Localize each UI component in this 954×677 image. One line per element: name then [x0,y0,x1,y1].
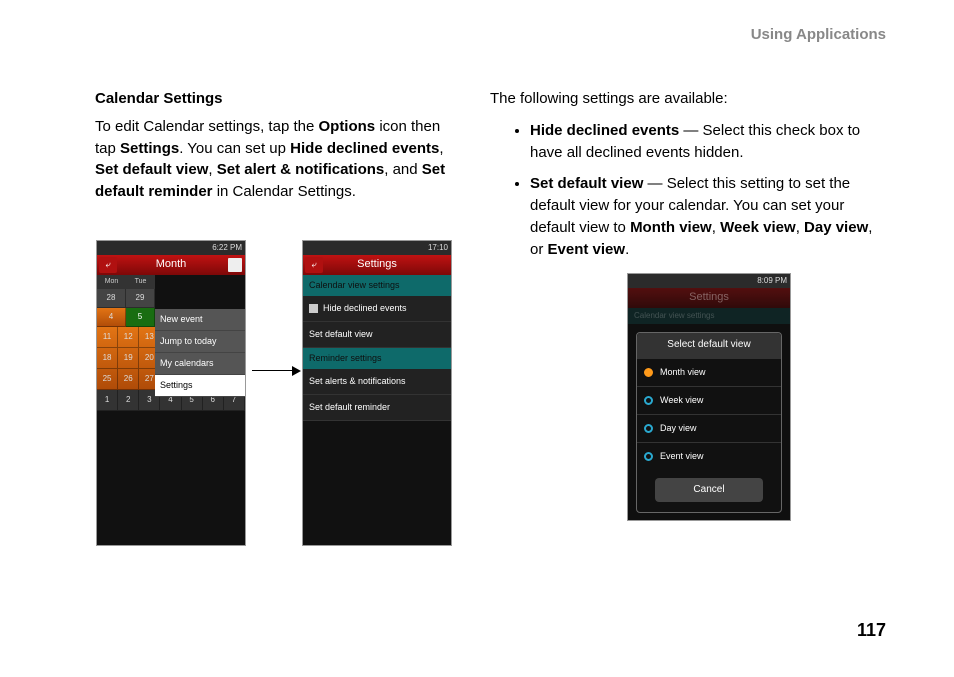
list-icon[interactable] [228,258,242,272]
phone-mock-settings: 17:10 ⤶ Settings Calendar view settings … [302,240,452,546]
status-time: 8:09 PM [757,276,787,285]
settings-list: Calendar view settings Hide declined eve… [303,275,451,527]
row-set-default-view[interactable]: Set default view [303,322,451,348]
row-set-default-reminder[interactable]: Set default reminder [303,395,451,421]
radio-icon[interactable] [644,452,653,461]
arrow-line [252,370,296,371]
empty-area [303,421,451,527]
bullet-set-default-view: Set default view — Select this setting t… [530,173,882,260]
radio-icon[interactable] [644,368,653,377]
status-bar: 6:22 PM [97,241,245,255]
checkbox-icon[interactable] [309,304,318,313]
dimmed-background: Settings Calendar view settings Select d… [628,288,790,520]
section-calendar-view: Calendar view settings [303,275,451,296]
status-time: 6:22 PM [212,243,242,252]
heading-calendar-settings: Calendar Settings [95,88,465,110]
settings-intro: The following settings are available: [490,88,882,110]
phone-mock-default-view-dialog: 8:09 PM Settings Calendar view settings … [627,273,791,521]
status-time: 17:10 [428,243,448,252]
option-week-view[interactable]: Week view [637,386,781,414]
option-month-view[interactable]: Month view [637,358,781,386]
options-menu: New event Jump to today My calendars Set… [155,309,245,397]
calendar-settings-paragraph: To edit Calendar settings, tap the Optio… [95,116,465,203]
calendar-day-header: Mon Tue [97,275,155,289]
menu-my-calendars[interactable]: My calendars [155,353,245,375]
option-day-view[interactable]: Day view [637,414,781,442]
back-icon[interactable]: ⤶ [305,257,323,273]
menu-new-event[interactable]: New event [155,309,245,331]
radio-icon[interactable] [644,396,653,405]
status-bar: 17:10 [303,241,451,255]
default-view-dialog: Select default view Month view Week view… [636,332,782,513]
column-right: The following settings are available: Hi… [490,88,882,270]
title-text-faint: Settings [628,288,790,308]
back-icon[interactable]: ⤶ [99,257,117,273]
title-text: Month [156,257,187,273]
row-set-alerts[interactable]: Set alerts & notifications [303,369,451,395]
title-bar: ⤶ Month [97,255,245,275]
section-reminder: Reminder settings [303,348,451,369]
row-hide-declined[interactable]: Hide declined events [303,296,451,322]
menu-settings[interactable]: Settings [155,375,245,397]
calendar-partial-grid: 28 29 4 5 [97,289,155,327]
page-header: Using Applications [751,24,886,46]
section-faint: Calendar view settings [628,308,790,324]
title-text: Settings [357,257,397,273]
cancel-button[interactable]: Cancel [655,478,763,503]
phone-mock-calendar: 6:22 PM ⤶ Month Mon Tue 28 29 4 5 [96,240,246,546]
bullet-hide-declined: Hide declined events — Select this check… [530,120,882,164]
radio-icon[interactable] [644,424,653,433]
title-bar: ⤶ Settings [303,255,451,275]
page-number: 117 [857,617,886,643]
arrow-head-icon [292,366,301,376]
column-left: Calendar Settings To edit Calendar setti… [95,88,465,213]
dialog-title: Select default view [637,333,781,358]
menu-jump-today[interactable]: Jump to today [155,331,245,353]
option-event-view[interactable]: Event view [637,442,781,470]
status-bar: 8:09 PM [628,274,790,288]
settings-list: Hide declined events — Select this check… [490,120,882,261]
